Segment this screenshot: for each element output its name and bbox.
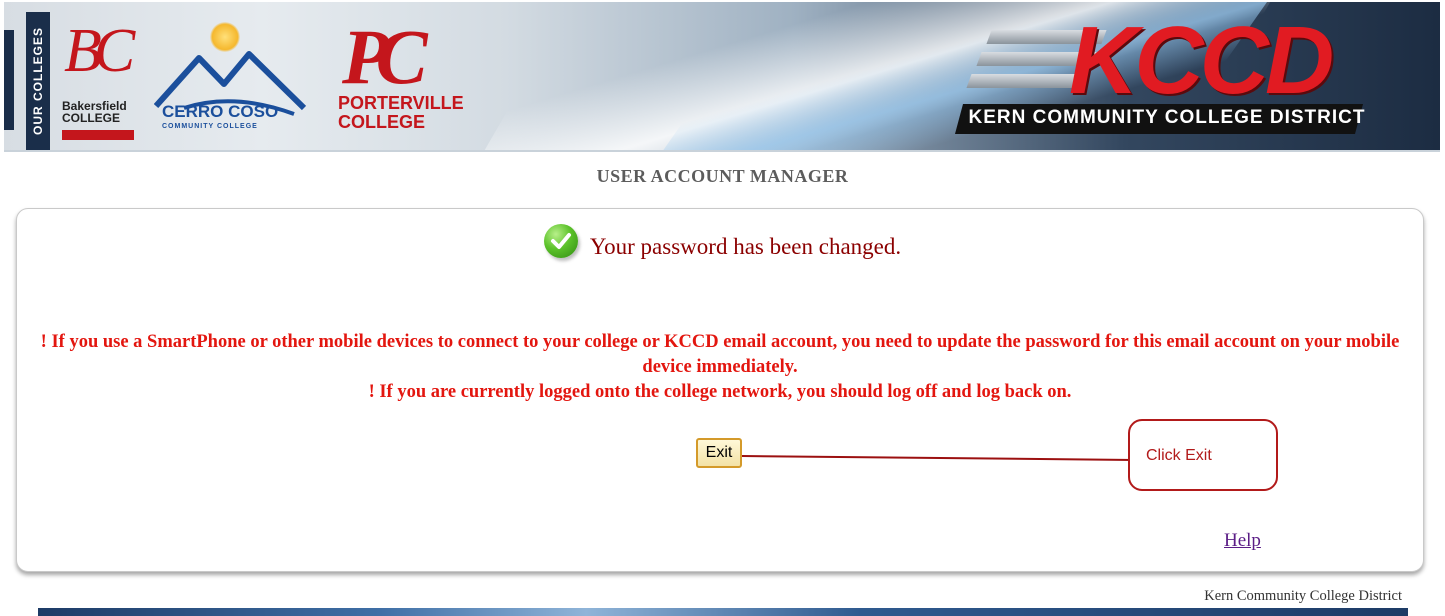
banner-left-strip [4, 30, 14, 130]
header-banner: OUR COLLEGES BC Bakersfield COLLEGE CERR… [4, 2, 1440, 152]
callout-connector [742, 455, 1134, 461]
page-title: USER ACCOUNT MANAGER [596, 166, 849, 186]
help-link[interactable]: Help [1224, 530, 1261, 552]
click-exit-callout: Click Exit [1128, 419, 1278, 491]
cerro-coso-logo: CERRO COSO COMMUNITY COLLEGE [154, 16, 319, 140]
footer-text: Kern Community College District [1204, 588, 1402, 604]
kccd-logo-word: KCCD [1069, 7, 1334, 114]
warning-line-network: ! If you are currently logged onto the c… [368, 382, 1072, 402]
bc-logo-name: Bakersfield COLLEGE [62, 99, 127, 125]
porterville-college-logo: PC PORTERVILLE COLLEGE [336, 13, 501, 142]
success-message: Your password has been changed. [589, 234, 902, 259]
kccd-district-name: KERN COMMUNITY COLLEGE DISTRICT [968, 107, 1366, 128]
check-circle-icon [543, 224, 578, 258]
pc-logo-name: PORTERVILLE COLLEGE [338, 93, 464, 132]
callout-text: Click Exit [1146, 447, 1212, 464]
success-message-row: Your password has been changed. [0, 224, 1445, 269]
our-colleges-label: OUR COLLEGES [26, 12, 50, 150]
footer-bar [38, 608, 1408, 616]
pc-logo-mark: PC [342, 13, 428, 100]
exit-button[interactable]: Exit [696, 438, 742, 468]
mobile-warning: ! If you use a SmartPhone or other mobil… [40, 330, 1400, 405]
bc-logo-mark: BC [64, 17, 135, 85]
kccd-logo: KCCD KERN COMMUNITY COLLEGE DISTRICT [949, 7, 1389, 136]
warning-line-mobile: ! If you use a SmartPhone or other mobil… [40, 332, 1400, 377]
bc-logo-bar [62, 130, 134, 140]
cerro-coso-sub: COMMUNITY COLLEGE [162, 123, 258, 130]
bakersfield-college-logo: BC Bakersfield COLLEGE [62, 16, 152, 144]
cerro-coso-name: CERRO COSO [162, 102, 279, 121]
